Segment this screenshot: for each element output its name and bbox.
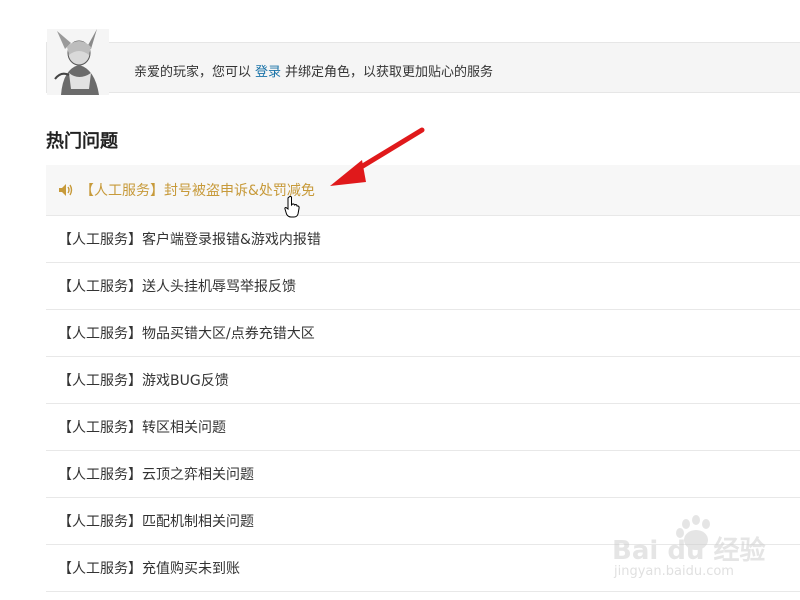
faq-item-label: 【人工服务】匹配机制相关问题 — [58, 514, 254, 530]
faq-item[interactable]: 【人工服务】游戏BUG反馈 — [46, 357, 800, 404]
watermark-logo: Bai du 经验 — [612, 536, 766, 566]
faq-item[interactable]: 【人工服务】客户端登录报错&游戏内报错 — [46, 216, 800, 263]
baidu-jingyan-watermark: Bai du 经验 jingyan.baidu.com — [612, 512, 782, 582]
speaker-icon — [58, 183, 74, 197]
login-link[interactable]: 登录 — [255, 65, 281, 80]
prompt-text-after: 并绑定角色，以获取更加贴心的服务 — [285, 65, 494, 80]
faq-item-label: 【人工服务】云顶之弈相关问题 — [58, 467, 254, 483]
faq-item[interactable]: 【人工服务】送人头挂机辱骂举报反馈 — [46, 263, 800, 310]
watermark-url: jingyan.baidu.com — [614, 564, 734, 579]
login-prompt: 亲爱的玩家，您可以 登录 并绑定角色，以获取更加贴心的服务 — [134, 61, 493, 80]
faq-item-label: 【人工服务】转区相关问题 — [58, 420, 226, 436]
faq-item[interactable]: 【人工服务】云顶之弈相关问题 — [46, 451, 800, 498]
faq-item-label: 【人工服务】封号被盗申诉&处罚减免 — [80, 183, 315, 199]
faq-item[interactable]: 【人工服务】转区相关问题 — [46, 404, 800, 451]
prompt-text-before: 亲爱的玩家，您可以 — [134, 65, 252, 80]
faq-item[interactable]: 【人工服务】封号被盗申诉&处罚减免 — [46, 165, 800, 216]
faq-item-label: 【人工服务】物品买错大区/点券充错大区 — [58, 326, 315, 342]
faq-item-label: 【人工服务】充值购买未到账 — [58, 561, 240, 577]
faq-item-label: 【人工服务】游戏BUG反馈 — [58, 373, 229, 389]
login-banner: 亲爱的玩家，您可以 登录 并绑定角色，以获取更加贴心的服务 — [46, 29, 800, 95]
avatar — [47, 29, 109, 95]
faq-item-label: 【人工服务】送人头挂机辱骂举报反馈 — [58, 279, 296, 295]
faq-item-label: 【人工服务】客户端登录报错&游戏内报错 — [58, 232, 321, 248]
hand-cursor-icon — [284, 196, 300, 218]
hot-questions-title: 热门问题 — [46, 131, 118, 152]
faq-item[interactable]: 【人工服务】物品买错大区/点券充错大区 — [46, 310, 800, 357]
